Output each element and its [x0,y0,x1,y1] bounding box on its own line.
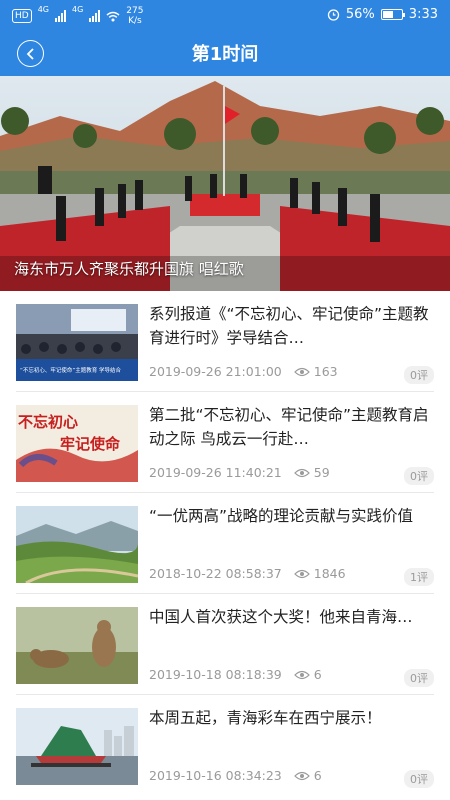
thumbnail-text-2: 牢记使命 [60,435,121,453]
article-thumbnail [16,506,138,583]
hero-caption: 海东市万人齐聚乐都升国旗 唱红歌 [14,260,244,278]
hd-badge: HD [12,9,32,23]
article-views: 6 [293,667,322,682]
list-item[interactable]: “一优两高”战略的理论贡献与实践价值 2018-10-22 08:58:37 1… [0,493,450,594]
article-views: 1846 [293,566,346,581]
nav-bar: 第1时间 [0,30,450,76]
status-left: HD 4G 4G 275 K/s [12,6,143,26]
article-date: 2019-09-26 21:01:00 [149,364,282,379]
eye-icon [293,771,310,780]
article-thumbnail [16,708,138,785]
battery-icon [380,9,405,20]
comment-count: 0评 [404,366,434,384]
comment-count: 1评 [404,568,434,586]
net-speed-unit: K/s [128,16,142,26]
list-item[interactable]: 中国人首次获这个大奖！他来自青海… 2019-10-18 08:18:39 6 … [0,594,450,695]
net-speed: 275 K/s [126,6,143,26]
article-meta: 2019-10-16 08:34:23 6 [149,768,322,783]
status-bar: HD 4G 4G 275 K/s 56% 3:33 [0,0,450,30]
list-item[interactable]: 不忘初心 牢记使命 第二批“不忘初心、牢记使命”主题教育启动之际 鸟成云一行赴…… [0,392,450,493]
thumbnail-image: 不忘初心 牢记使命 [16,405,138,482]
eye-icon [293,670,310,679]
thumbnail-image [16,506,138,583]
thumbnail-text-1: 不忘初心 [18,413,78,431]
article-views: 59 [293,465,330,480]
thumbnail-image [16,607,138,684]
thumbnail-image [16,708,138,785]
signal-icon-2 [89,10,101,22]
article-meta: 2019-09-26 11:40:21 59 [149,465,330,480]
signal-icon [55,10,66,22]
alarm-icon [327,9,340,21]
article-thumbnail: 不忘初心 牢记使命 [16,405,138,482]
view-count: 6 [313,768,322,783]
article-date: 2019-09-26 11:40:21 [149,465,282,480]
eye-icon [293,468,310,477]
article-meta: 2019-10-18 08:18:39 6 [149,667,322,682]
article-title: 本周五起，青海彩车在西宁展示！ [149,709,382,727]
net-speed-value: 275 [126,6,144,16]
article-meta: 2018-10-22 08:58:37 1846 [149,566,346,581]
article-date: 2019-10-16 08:34:23 [149,768,282,783]
list-item[interactable]: “不忘初心、牢记使命”主题教育 学导结合 系列报道《“不忘初心、牢记使命”主题教… [0,291,450,392]
article-thumbnail [16,607,138,684]
status-right: 56% 3:33 [327,7,438,22]
article-meta: 2019-09-26 21:01:00 163 [149,364,338,379]
hero-banner[interactable]: 海东市万人齐聚乐都升国旗 唱红歌 [0,76,450,291]
page-title: 第1时间 [191,44,259,65]
article-thumbnail: “不忘初心、牢记使命”主题教育 学导结合 [16,304,138,381]
battery-fill [382,11,393,18]
clock: 3:33 [408,7,438,22]
comment-count: 0评 [404,669,434,687]
network-4g-2: 4G [72,5,84,14]
eye-icon [293,569,310,578]
comment-count: 0评 [404,467,434,485]
article-title: 系列报道《“不忘初心、牢记使命”主题教育进行时》学导结合… [149,305,429,347]
thumbnail-image: “不忘初心、牢记使命”主题教育 学导结合 [16,304,138,381]
view-count: 163 [313,364,338,379]
view-count: 6 [313,667,322,682]
eye-icon [293,367,310,376]
network-4g-1: 4G [37,5,49,14]
article-date: 2019-10-18 08:18:39 [149,667,282,682]
thumbnail-banner-text: “不忘初心、牢记使命”主题教育 学导结合 [20,366,121,374]
view-count: 1846 [313,566,346,581]
top-bar: HD 4G 4G 275 K/s 56% 3:33 第1时间 [0,0,450,76]
list-item[interactable]: 本周五起，青海彩车在西宁展示！ 2019-10-16 08:34:23 6 0评 [0,695,450,796]
battery-percent: 56% [345,7,375,22]
article-date: 2018-10-22 08:58:37 [149,566,282,581]
article-title: 中国人首次获这个大奖！他来自青海… [149,608,413,626]
view-count: 59 [313,465,330,480]
article-views: 6 [293,768,322,783]
article-title: “一优两高”战略的理论贡献与实践价值 [149,507,414,525]
article-title: 第二批“不忘初心、牢记使命”主题教育启动之际 鸟成云一行赴… [149,406,429,448]
comment-count: 0评 [404,770,434,788]
article-views: 163 [293,364,338,379]
wifi-icon [106,11,120,21]
